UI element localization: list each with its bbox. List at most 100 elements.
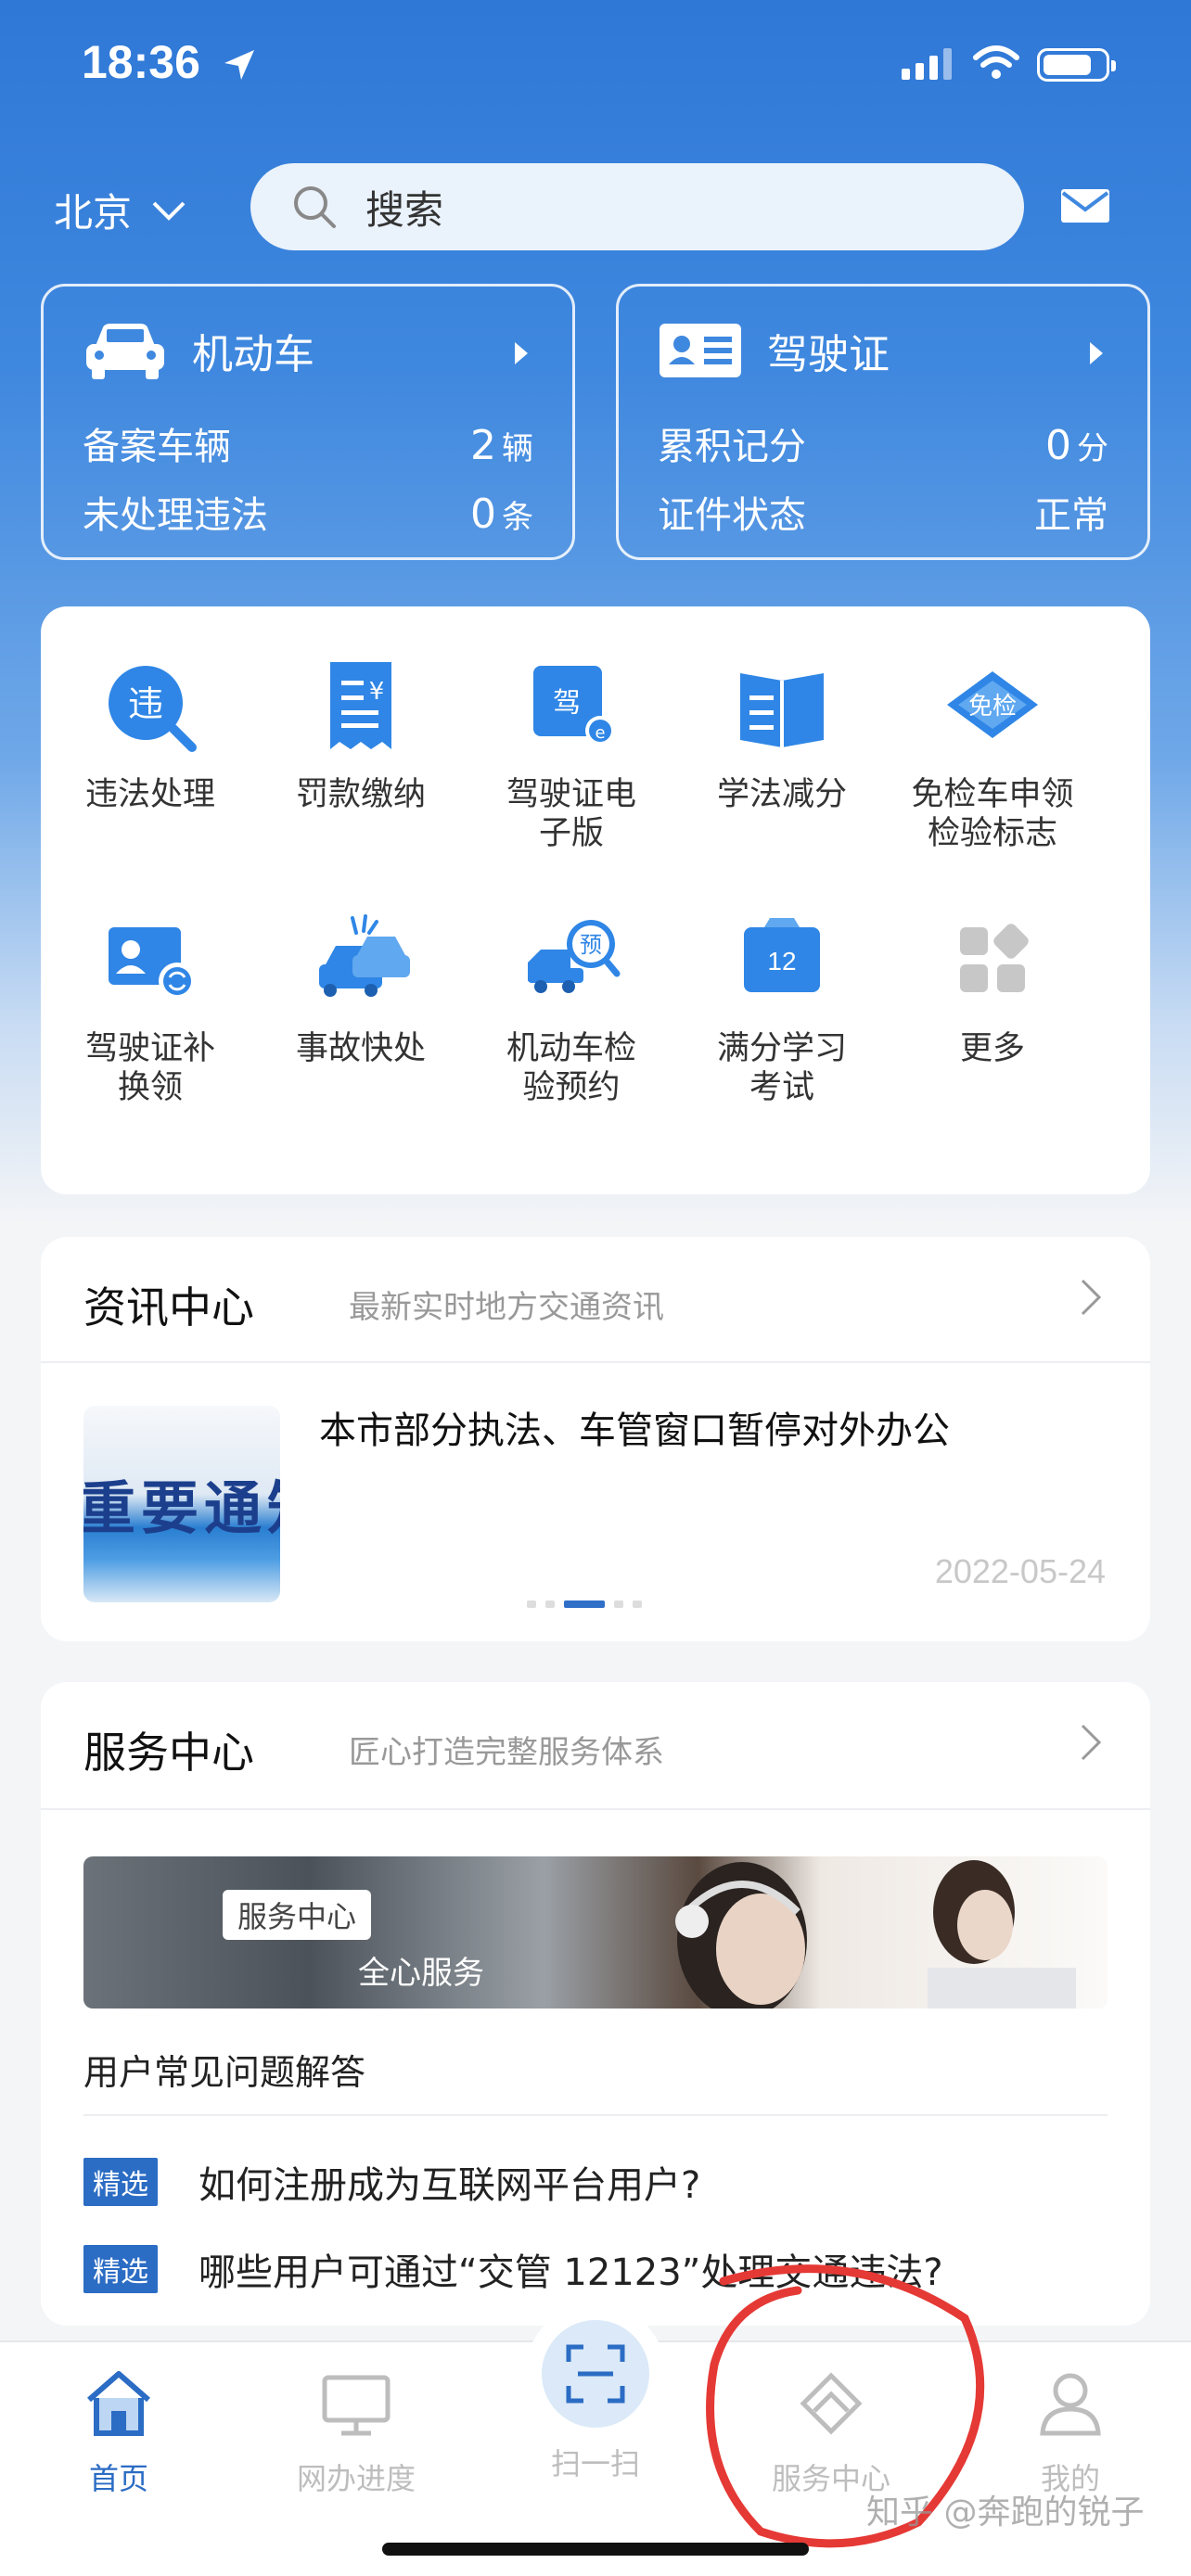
news-thumbnail[interactable]: 重要通知 [83, 1406, 280, 1602]
chevron-right-icon[interactable] [1080, 1723, 1102, 1762]
service-label: 驾驶证补 换领 [84, 1030, 215, 1106]
svg-text:e: e [595, 723, 605, 743]
chevron-right-icon[interactable] [1080, 1278, 1102, 1317]
chevron-right-icon [515, 342, 528, 364]
service-center-title: 服务中心 [83, 1728, 254, 1778]
service-label: 满分学习 考试 [716, 1030, 847, 1106]
news-item-title[interactable]: 本市部分执法、车管窗口暂停对外办公 [319, 1400, 950, 1454]
accident-icon [319, 914, 410, 997]
tab-label: 首页 [88, 2461, 148, 2496]
scan-icon [566, 2344, 625, 2404]
row-label: 未处理违法 [83, 494, 268, 537]
city-selector[interactable]: 北京 [54, 182, 187, 238]
service-label: 免检车申领 检验标志 [911, 776, 1074, 852]
accumulated-points-row: 累积记分 0分 [658, 416, 1108, 470]
service-center-subtitle: 匠心打造完整服务体系 [349, 1734, 664, 1771]
row-unit: 辆 [502, 430, 533, 467]
news-title: 资讯中心 [83, 1282, 254, 1333]
status-time: 18:36 [82, 36, 200, 88]
service-label: 事故快处 [295, 1030, 426, 1067]
carousel-dot [633, 1600, 642, 1608]
service-more[interactable]: 更多 [886, 909, 1099, 1068]
more-grid-icon [960, 924, 1029, 992]
row-label: 备案车辆 [83, 426, 231, 468]
chevron-right-icon [1090, 342, 1103, 364]
service-label: 机动车检 验预约 [506, 1030, 636, 1106]
service-full-score-exam[interactable]: 12 满分学习 考试 [675, 909, 889, 1107]
full-score-exam-icon: 12 [744, 918, 820, 992]
battery-icon [1037, 48, 1116, 82]
svg-text:免检: 免检 [968, 693, 1017, 721]
tab-label-scan: 扫一扫 [550, 2446, 640, 2481]
service-label: 更多 [959, 1030, 1025, 1067]
row-unit: 分 [1077, 430, 1108, 467]
service-label: 违法处理 [84, 776, 215, 813]
search-icon [294, 186, 336, 228]
battery-level [1044, 55, 1091, 75]
service-exempt-inspection[interactable]: 免检 免检车申领 检验标志 [886, 655, 1099, 853]
banner-tag: 服务中心 [223, 1890, 372, 1940]
service-fine-payment[interactable]: ¥ 罚款缴纳 [254, 655, 467, 814]
service-label: 罚款缴纳 [295, 776, 426, 813]
vehicle-card-title: 机动车 [192, 331, 314, 378]
news-subtitle: 最新实时地方交通资讯 [349, 1289, 664, 1326]
service-center-panel: 服务中心 匠心打造完整服务体系 服务中心 全心服务 用户常见问题解答 精选 如何… [41, 1682, 1150, 2326]
news-panel: 资讯中心 最新实时地方交通资讯 重要通知 本市部分执法、车管窗口暂停对外办公 2… [41, 1237, 1150, 1641]
service-banner[interactable]: 服务中心 全心服务 [83, 1856, 1108, 2009]
license-card[interactable]: 驾驶证 累积记分 0分 证件状态 正常 [616, 284, 1150, 560]
carousel-dot [614, 1600, 623, 1608]
tab-label: 网办进度 [296, 2461, 416, 2496]
registered-vehicles-row: 备案车辆 2辆 [83, 416, 533, 470]
row-value: 0 [470, 491, 496, 538]
pending-violations-row: 未处理违法 0条 [83, 485, 533, 539]
service-violation[interactable]: 违 违法处理 [44, 655, 257, 814]
row-value: 2 [470, 422, 496, 469]
service-grid: 违 违法处理 ¥ 罚款缴纳 驾 e 驾驶证电 子版 学法减分 免检 免检车申领 … [41, 606, 1150, 1194]
scan-button[interactable] [542, 2320, 649, 2428]
watermark: 知乎 @奔跑的锐子 [866, 2493, 1145, 2531]
divider [41, 1361, 1150, 1363]
featured-badge: 精选 [83, 2245, 158, 2293]
license-status-row: 证件状态 正常 [658, 485, 1108, 539]
row-unit: 条 [502, 499, 533, 536]
license-card-title: 驾驶证 [767, 331, 890, 378]
tab-progress[interactable]: 网办进度 [273, 2366, 440, 2498]
violation-icon: 违 [109, 666, 197, 752]
support-agent-image [928, 1860, 1076, 2009]
carousel-dot-active [564, 1600, 605, 1608]
divider [41, 1808, 1150, 1810]
search-input[interactable]: 搜索 [250, 163, 1024, 250]
svg-text:¥: ¥ [369, 678, 385, 706]
exempt-inspection-icon: 免检 [947, 671, 1038, 738]
wifi-icon [973, 45, 1019, 79]
home-icon [87, 2371, 150, 2436]
news-thumbnail-text: 重要通知 [83, 1474, 280, 1542]
support-agent-image [675, 1862, 807, 2009]
row-label: 累积记分 [658, 426, 806, 468]
vehicle-card[interactable]: 机动车 备案车辆 2辆 未处理违法 0条 [41, 284, 575, 560]
svg-text:预: 预 [580, 932, 602, 958]
id-card-icon [660, 324, 741, 377]
tab-mine[interactable]: 我的 [987, 2366, 1154, 2498]
study-book-icon [740, 673, 824, 747]
monitor-icon [322, 2375, 391, 2436]
banner-text: 全心服务 [358, 1955, 484, 1992]
service-study[interactable]: 学法减分 [675, 655, 889, 814]
row-value: 0 [1045, 422, 1071, 469]
mail-icon[interactable] [1059, 185, 1111, 226]
row-value: 正常 [1034, 494, 1108, 537]
chevron-down-icon [152, 201, 186, 221]
faq-item[interactable]: 精选 如何注册成为互联网平台用户? [83, 2155, 700, 2209]
svg-text:12: 12 [767, 947, 796, 976]
service-accident[interactable]: 事故快处 [254, 909, 467, 1068]
featured-badge: 精选 [83, 2158, 158, 2206]
service-license-renew[interactable]: 驾驶证补 换领 [44, 909, 257, 1107]
carousel-dot [527, 1600, 536, 1608]
service-inspection-booking[interactable]: 预 机动车检 验预约 [465, 909, 678, 1107]
inspection-booking-icon: 预 [528, 920, 621, 993]
car-icon [86, 324, 164, 379]
service-e-license[interactable]: 驾 e 驾驶证电 子版 [465, 655, 678, 853]
carousel-dot [545, 1600, 555, 1608]
tab-home[interactable]: 首页 [35, 2366, 202, 2498]
location-arrow-icon [224, 50, 254, 80]
